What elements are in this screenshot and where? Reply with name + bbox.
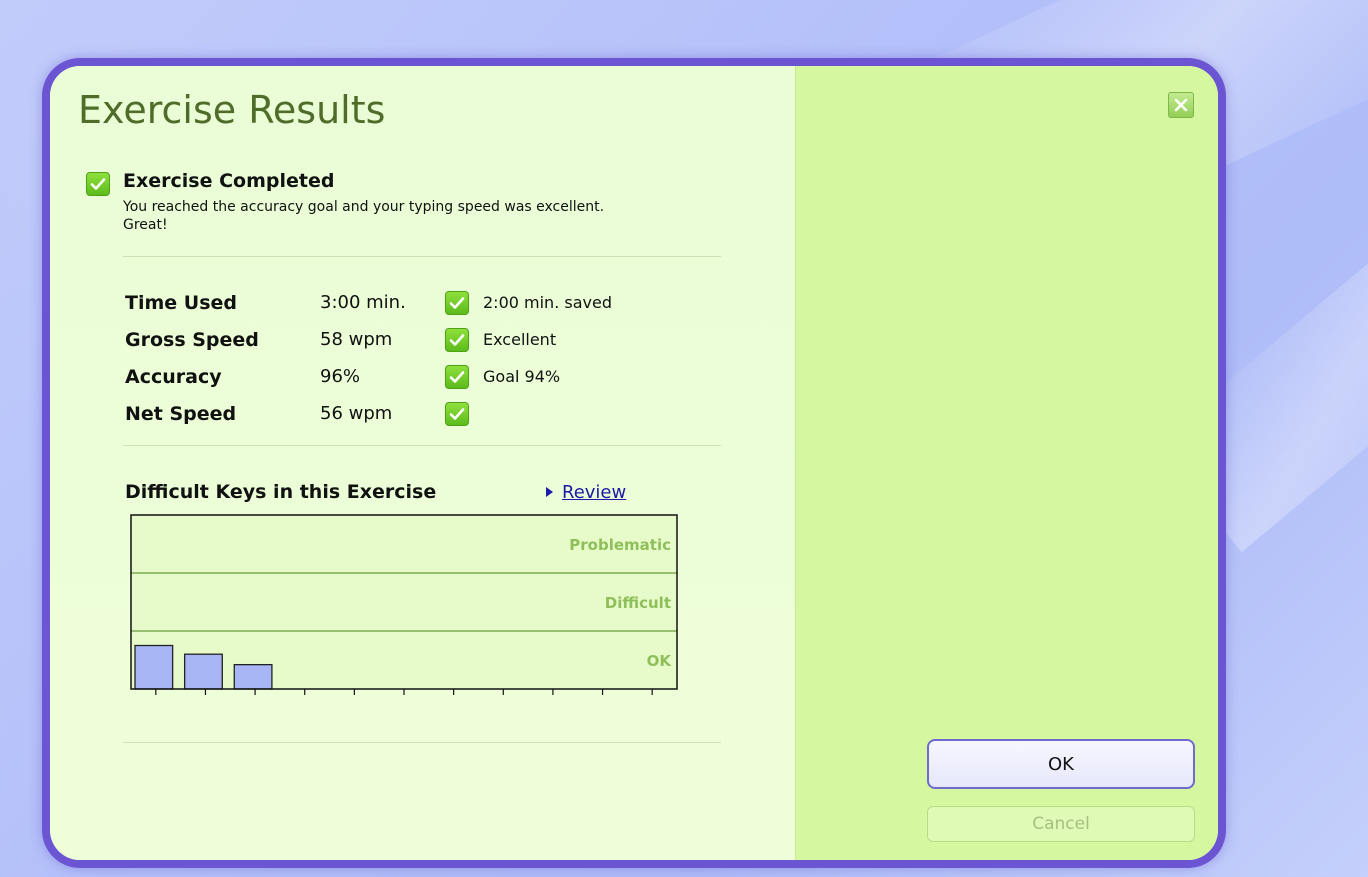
status-title: Exercise Completed: [123, 170, 335, 192]
stat-label: Time Used: [125, 292, 237, 314]
stat-label: Gross Speed: [125, 329, 259, 351]
check-icon: [445, 402, 469, 426]
chart-key-label: k: [151, 703, 160, 704]
exercise-results-dialog: Exercise Results Exercise Completed You …: [42, 58, 1226, 868]
stat-row-accuracy: Accuracy 96% Goal 94%: [125, 362, 685, 392]
stat-note: Excellent: [483, 330, 557, 349]
chart-zone-label: OK: [647, 652, 673, 670]
stat-label: Accuracy: [125, 366, 222, 388]
chart-zone-label: Difficult: [605, 594, 671, 612]
dialog-body: Exercise Results Exercise Completed You …: [50, 66, 1218, 860]
results-panel: Exercise Results Exercise Completed You …: [50, 66, 795, 860]
stat-row-time-used: Time Used 3:00 min. 2:00 min. saved: [125, 288, 685, 318]
close-icon: [1174, 98, 1188, 112]
difficult-keys-title: Difficult Keys in this Exercise: [125, 481, 437, 503]
divider-top: [123, 256, 721, 257]
stat-row-net-speed: Net Speed 56 wpm: [125, 399, 685, 429]
close-button[interactable]: [1168, 92, 1194, 118]
ok-button[interactable]: OK: [927, 739, 1195, 789]
check-icon: [445, 365, 469, 389]
stat-value: 3:00 min.: [320, 292, 406, 313]
stat-row-gross-speed: Gross Speed 58 wpm Excellent: [125, 325, 685, 355]
check-icon: [445, 291, 469, 315]
chart-key-label: u: [201, 703, 210, 704]
stat-value: 58 wpm: [320, 329, 393, 350]
divider-middle: [123, 445, 721, 446]
divider-bottom: [123, 742, 721, 743]
chart-key-label: a: [251, 703, 260, 704]
stat-label: Net Speed: [125, 403, 237, 425]
check-icon: [445, 328, 469, 352]
completed-check-icon: [86, 172, 110, 196]
review-link-row: Review: [546, 482, 626, 503]
chart-bar: [183, 653, 223, 690]
stat-note: Goal 94%: [483, 367, 561, 386]
status-description: You reached the accuracy goal and your t…: [123, 199, 605, 233]
difficult-keys-chart: Problematic Difficult OK k u a: [130, 514, 678, 704]
stat-note: 2:00 min. saved: [483, 293, 612, 312]
chart-bar: [233, 663, 273, 690]
chart-bar: [134, 644, 174, 690]
chart-zone-label: Problematic: [569, 536, 671, 554]
cancel-button[interactable]: Cancel: [927, 806, 1195, 842]
stat-value: 96%: [320, 366, 361, 387]
triangle-right-icon: [546, 487, 553, 497]
dialog-title: Exercise Results: [78, 88, 386, 132]
stat-value: 56 wpm: [320, 403, 393, 424]
review-link[interactable]: Review: [562, 482, 626, 503]
